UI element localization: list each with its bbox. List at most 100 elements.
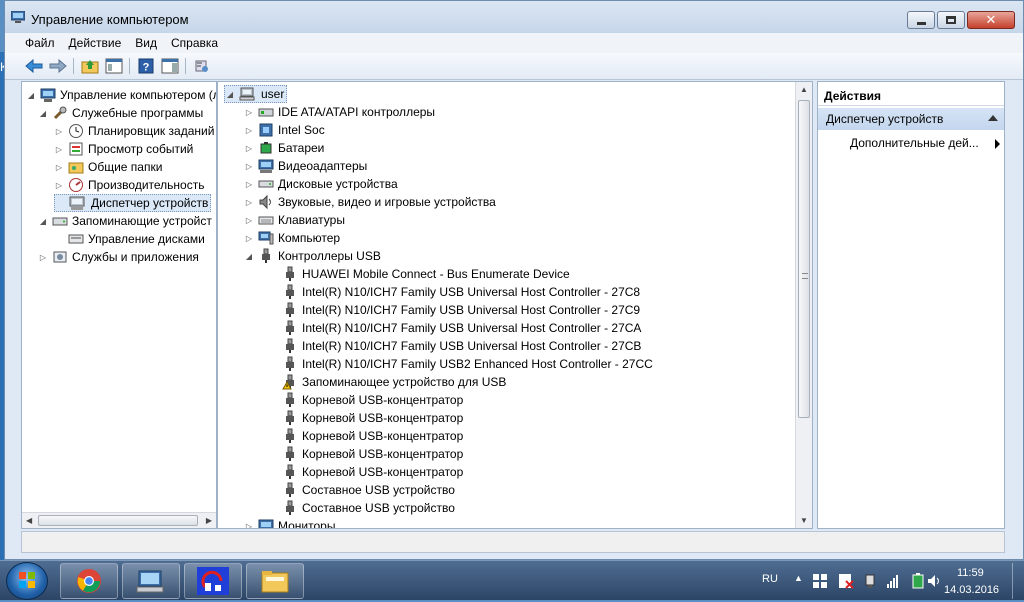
forward-icon[interactable]	[47, 56, 69, 76]
device-category[interactable]: ▷ Дисковые устройства	[244, 175, 398, 193]
usb-device-item[interactable]: Intel(R) N10/ICH7 Family USB2 Enhanced H…	[268, 355, 653, 373]
expand-arrow-icon[interactable]: ▷	[244, 108, 254, 117]
console-tree-item[interactable]: ◢ Служебные программы	[38, 104, 203, 122]
console-tree-item[interactable]: ▷ Производительность	[54, 176, 204, 194]
usb-device-item[interactable]: Intel(R) N10/ICH7 Family USB Universal H…	[268, 319, 641, 337]
action-center-icon[interactable]	[838, 573, 854, 589]
action-pane-icon[interactable]	[159, 56, 181, 76]
menu-item[interactable]: Вид	[135, 36, 157, 50]
language-indicator[interactable]: RU	[762, 573, 778, 585]
taskbar-chrome-button[interactable]	[60, 563, 118, 599]
expand-arrow-icon[interactable]: ▷	[244, 144, 254, 153]
console-tree-pane[interactable]: ◀ ▶ ◢ Управление компьютером (л ◢ Служебные…	[21, 81, 217, 529]
usb-device-item[interactable]: Составное USB устройство	[268, 481, 455, 499]
menu-item[interactable]: Действие	[69, 36, 122, 50]
console-tree-item[interactable]: ▷ Службы и приложения	[38, 248, 199, 266]
taskbar-usb-button[interactable]	[184, 563, 242, 599]
console-tree-item[interactable]: Диспетчер устройств	[54, 194, 212, 212]
expand-arrow-icon[interactable]: ▷	[54, 163, 64, 172]
device-category[interactable]: ▷ Intel Soc	[244, 121, 325, 139]
maximize-button[interactable]	[937, 11, 965, 29]
device-category[interactable]: ▷ Звуковые, видео и игровые устройства	[244, 193, 496, 211]
start-button[interactable]	[6, 562, 48, 600]
clock-date[interactable]: 14.03.2016	[944, 584, 999, 596]
expand-arrow-icon[interactable]: ▷	[244, 162, 254, 171]
usb-device-item[interactable]: Корневой USB-концентратор	[268, 445, 463, 463]
safely-remove-hardware-icon[interactable]	[862, 573, 878, 589]
expand-arrow-icon[interactable]: ▷	[38, 253, 48, 262]
console-tree-item[interactable]: ◢ Управление компьютером (л	[26, 86, 216, 104]
usb-device-item[interactable]: Корневой USB-концентратор	[268, 427, 463, 445]
menu-item[interactable]: Файл	[25, 36, 55, 50]
collapse-arrow-icon[interactable]: ◢	[38, 217, 48, 226]
collapse-arrow-icon[interactable]: ◢	[26, 91, 36, 100]
usb-device-item[interactable]: Intel(R) N10/ICH7 Family USB Universal H…	[268, 337, 641, 355]
actions-section-device-manager[interactable]: Диспетчер устройств	[818, 108, 1004, 130]
taskbar-explorer-button[interactable]	[246, 563, 304, 599]
expand-arrow-icon[interactable]: ▷	[244, 216, 254, 225]
usb-device-item[interactable]: Корневой USB-концентратор	[268, 409, 463, 427]
volume-icon[interactable]	[926, 573, 942, 589]
horizontal-scrollbar[interactable]: ◀ ▶	[22, 512, 216, 528]
properties-icon[interactable]	[191, 56, 213, 76]
expand-arrow-icon[interactable]: ▷	[244, 234, 254, 243]
tree-item-label: Просмотр событий	[88, 142, 194, 156]
device-tree-root[interactable]: ◢ user	[224, 85, 288, 103]
usb-device-item[interactable]: Запоминающее устройство для USB	[268, 373, 506, 391]
show-hide-tree-icon[interactable]	[103, 56, 125, 76]
close-button[interactable]: ✕	[967, 11, 1015, 29]
device-category[interactable]: ▷ Мониторы	[244, 517, 335, 529]
expand-arrow-icon[interactable]: ▷	[244, 126, 254, 135]
up-folder-icon[interactable]	[79, 56, 101, 76]
device-tree-pane[interactable]: ▲ ▼ ◢ user ▷ IDE ATA/ATAPI контроллеры ▷ Inte…	[217, 81, 813, 529]
usb-device-item[interactable]: Корневой USB-концентратор	[268, 391, 463, 409]
show-desktop-button[interactable]	[1012, 563, 1022, 599]
collapse-arrow-icon[interactable]: ◢	[38, 109, 48, 118]
expand-arrow-icon[interactable]: ▷	[54, 181, 64, 190]
vertical-scrollbar[interactable]: ▲ ▼	[795, 82, 812, 528]
title-bar[interactable]: Управление компьютером ✕	[5, 1, 1023, 33]
usb-device-item[interactable]: Составное USB устройство	[268, 499, 455, 517]
toolbar-separator	[73, 58, 74, 74]
collapse-arrow-icon[interactable]: ◢	[225, 90, 235, 99]
device-category[interactable]: ▷ Видеоадаптеры	[244, 157, 367, 175]
scroll-right-icon[interactable]: ▶	[206, 516, 212, 525]
expand-arrow-icon[interactable]: ▷	[244, 198, 254, 207]
battery-tray-icon[interactable]	[910, 573, 926, 589]
usb-device-item[interactable]: Корневой USB-концентратор	[268, 463, 463, 481]
console-tree-item[interactable]: Управление дисками	[54, 230, 205, 248]
console-tree-item[interactable]: ▷ Планировщик заданий	[54, 122, 214, 140]
back-icon[interactable]	[23, 56, 45, 76]
menu-item[interactable]: Справка	[171, 36, 218, 50]
show-hidden-icons-icon[interactable]: ▲	[794, 573, 803, 583]
expand-arrow-icon[interactable]: ▷	[54, 145, 64, 154]
collapse-icon[interactable]	[988, 115, 998, 121]
scroll-down-icon[interactable]: ▼	[800, 516, 808, 525]
expand-arrow-icon[interactable]: ▷	[244, 522, 254, 529]
device-category[interactable]: ▷ IDE ATA/ATAPI контроллеры	[244, 103, 435, 121]
usb-device-item[interactable]: Intel(R) N10/ICH7 Family USB Universal H…	[268, 283, 640, 301]
expand-arrow-icon[interactable]: ▷	[244, 180, 254, 189]
network-signal-icon[interactable]	[886, 573, 902, 589]
scroll-up-icon[interactable]: ▲	[800, 85, 808, 94]
collapse-arrow-icon[interactable]: ◢	[244, 252, 254, 261]
usb-device-item[interactable]: Intel(R) N10/ICH7 Family USB Universal H…	[268, 301, 640, 319]
expand-arrow-icon[interactable]: ▷	[54, 127, 64, 136]
scroll-thumb[interactable]	[38, 515, 198, 526]
clock-time[interactable]: 11:59	[957, 567, 984, 579]
scroll-thumb[interactable]	[798, 100, 810, 418]
taskbar-device-manager-button[interactable]	[122, 563, 180, 599]
device-category[interactable]: ◢ Контроллеры USB	[244, 247, 381, 265]
device-category[interactable]: ▷ Клавиатуры	[244, 211, 345, 229]
console-tree-item[interactable]: ▷ Общие папки	[54, 158, 163, 176]
windows-flag-tray-icon[interactable]	[812, 573, 828, 589]
scroll-left-icon[interactable]: ◀	[26, 516, 32, 525]
help-icon[interactable]: ?	[135, 56, 157, 76]
more-actions-item[interactable]: Дополнительные дей...	[850, 134, 1000, 152]
console-tree-item[interactable]: ▷ Просмотр событий	[54, 140, 193, 158]
usb-device-item[interactable]: HUAWEI Mobile Connect - Bus Enumerate De…	[268, 265, 570, 283]
device-category[interactable]: ▷ Батареи	[244, 139, 324, 157]
device-category[interactable]: ▷ Компьютер	[244, 229, 340, 247]
minimize-button[interactable]	[907, 11, 935, 29]
console-tree-item[interactable]: ◢ Запоминающие устройст	[38, 212, 212, 230]
